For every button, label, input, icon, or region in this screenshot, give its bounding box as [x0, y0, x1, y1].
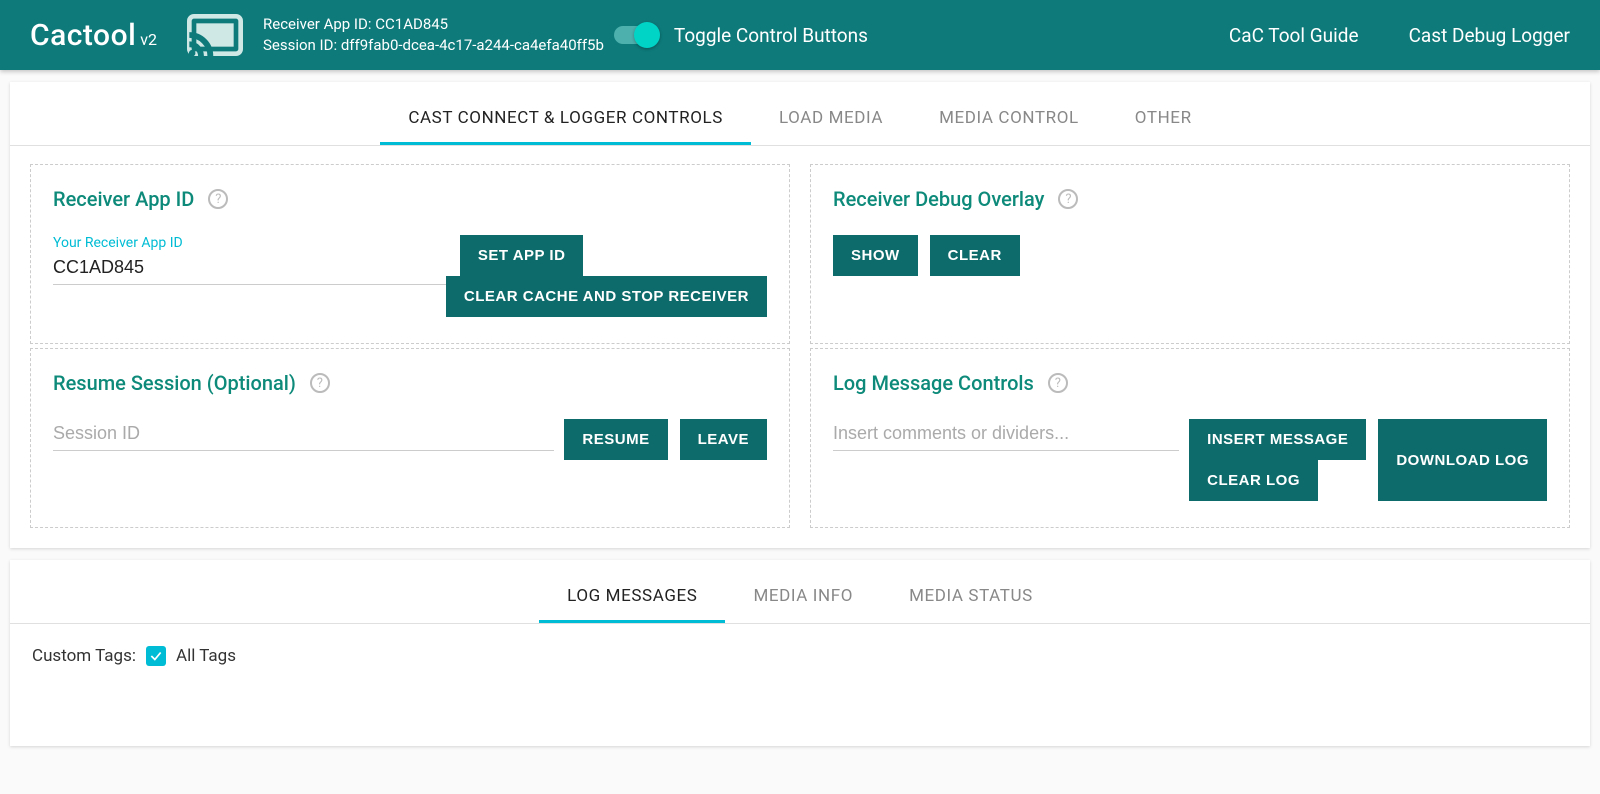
brand-version: v2 [140, 30, 157, 49]
resume-button[interactable]: RESUME [564, 419, 667, 460]
brand-name: Cactool [30, 18, 136, 53]
card-log-message-controls: Log Message Controls ? INSERT MESSAGE CL… [810, 348, 1570, 528]
all-tags-checkbox[interactable] [146, 646, 166, 666]
toggle-label: Toggle Control Buttons [674, 24, 868, 47]
tab-other[interactable]: OTHER [1107, 96, 1220, 145]
link-cac-guide[interactable]: CaC Tool Guide [1229, 24, 1359, 47]
tab-log-messages[interactable]: LOG MESSAGES [539, 574, 725, 623]
help-icon[interactable]: ? [310, 373, 330, 393]
receiver-app-id-value: CC1AD845 [375, 15, 448, 33]
header-links: CaC Tool Guide Cast Debug Logger [1229, 24, 1570, 47]
card-title: Receiver Debug Overlay [833, 187, 1044, 211]
card-resume-session: Resume Session (Optional) ? RESUME LEAVE [30, 348, 790, 528]
link-cast-debug-logger[interactable]: Cast Debug Logger [1409, 24, 1570, 47]
log-panel: LOG MESSAGES MEDIA INFO MEDIA STATUS Cus… [10, 560, 1590, 746]
session-info: Receiver App ID: CC1AD845 Session ID: df… [263, 14, 604, 56]
set-app-id-button[interactable]: SET APP ID [460, 235, 584, 276]
field-label: Your Receiver App ID [53, 235, 450, 251]
card-title: Resume Session (Optional) [53, 371, 296, 395]
toggle-control-buttons[interactable]: Toggle Control Buttons [614, 24, 868, 47]
session-id-value: dff9fab0-dcea-4c17-a244-ca4efa40ff5b [341, 36, 604, 54]
app-header: Cactool v2 Receiver App ID: CC1AD845 Ses… [0, 0, 1600, 70]
check-icon [149, 649, 163, 663]
tab-media-info[interactable]: MEDIA INFO [725, 574, 881, 623]
card-receiver-app-id: Receiver App ID ? Your Receiver App ID S… [30, 164, 790, 344]
tab-cast-connect[interactable]: CAST CONNECT & LOGGER CONTROLS [380, 96, 751, 145]
session-id-input[interactable] [53, 419, 554, 451]
clear-cache-stop-button[interactable]: CLEAR CACHE AND STOP RECEIVER [446, 276, 767, 317]
receiver-app-id-label: Receiver App ID: [263, 15, 372, 33]
help-icon[interactable]: ? [1048, 373, 1068, 393]
cast-icon[interactable] [187, 13, 243, 57]
show-overlay-button[interactable]: SHOW [833, 235, 918, 276]
toggle-switch[interactable] [614, 26, 656, 44]
clear-log-button[interactable]: CLEAR LOG [1189, 460, 1318, 501]
help-icon[interactable]: ? [208, 189, 228, 209]
session-id-label: Session ID: [263, 36, 337, 54]
receiver-app-id-input[interactable] [53, 253, 450, 285]
tab-media-status[interactable]: MEDIA STATUS [881, 574, 1061, 623]
leave-button[interactable]: LEAVE [680, 419, 767, 460]
controls-panel: CAST CONNECT & LOGGER CONTROLS LOAD MEDI… [10, 82, 1590, 548]
help-icon[interactable]: ? [1058, 189, 1078, 209]
insert-message-button[interactable]: INSERT MESSAGE [1189, 419, 1366, 460]
main-tabs: CAST CONNECT & LOGGER CONTROLS LOAD MEDI… [10, 82, 1590, 146]
card-title: Receiver App ID [53, 187, 194, 211]
download-log-button[interactable]: DOWNLOAD LOG [1378, 419, 1547, 501]
brand: Cactool v2 [30, 18, 157, 53]
clear-overlay-button[interactable]: CLEAR [930, 235, 1020, 276]
custom-tags-label: Custom Tags: [32, 646, 136, 666]
tab-media-control[interactable]: MEDIA CONTROL [911, 96, 1107, 145]
log-message-input[interactable] [833, 419, 1179, 451]
custom-tags-row: Custom Tags: All Tags [10, 624, 1590, 666]
tab-load-media[interactable]: LOAD MEDIA [751, 96, 911, 145]
card-title: Log Message Controls [833, 371, 1034, 395]
card-debug-overlay: Receiver Debug Overlay ? SHOW CLEAR [810, 164, 1570, 344]
bottom-tabs: LOG MESSAGES MEDIA INFO MEDIA STATUS [10, 560, 1590, 624]
all-tags-label: All Tags [176, 646, 236, 666]
